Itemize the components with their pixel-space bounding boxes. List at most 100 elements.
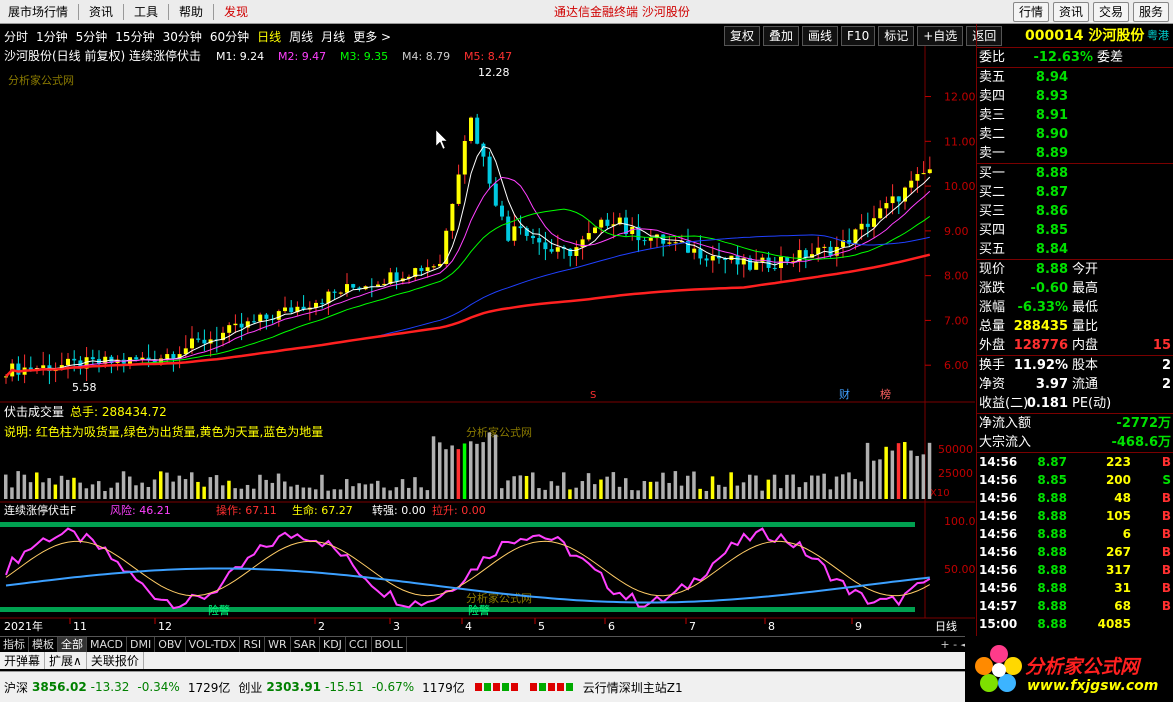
chart-tool-button[interactable]: 画线 (802, 26, 839, 46)
order-level-price: 8.91 (1035, 108, 1068, 123)
volume-bar (72, 477, 76, 499)
news-button[interactable]: 资讯 (1052, 2, 1089, 22)
volume-bar (636, 490, 640, 499)
candle-body (642, 240, 647, 242)
price-tick-label: 7.00 (944, 314, 969, 327)
indicator-tab[interactable]: 模板 (29, 637, 58, 652)
order-level-row[interactable]: 卖一 8.89 (977, 144, 1173, 163)
indicator-tab[interactable]: 全部 (58, 637, 87, 652)
volume-bar (419, 487, 423, 499)
menu-help[interactable]: 帮助 (171, 0, 211, 24)
cy-index-change: -15.51 (325, 680, 364, 694)
order-level-row[interactable]: 卖五 8.94 (977, 68, 1173, 87)
order-level-row[interactable]: 买二 8.87 (977, 183, 1173, 202)
candle-body (239, 323, 244, 328)
candle-body (574, 247, 579, 256)
server-status[interactable]: 云行情深圳主站Z1 (579, 679, 687, 696)
sub-tab[interactable]: 开弹幕 (0, 652, 46, 669)
order-level-row[interactable]: 买四 8.85 (977, 221, 1173, 240)
order-level-row[interactable]: 买一 8.88 (977, 164, 1173, 183)
indicator-tab[interactable]: RSI (240, 637, 266, 652)
service-button[interactable]: 服务 (1132, 2, 1169, 22)
volume-bar (28, 482, 33, 499)
menu-news[interactable]: 资讯 (81, 0, 121, 24)
period-tab[interactable]: 分时 (0, 28, 32, 45)
menu-discover[interactable]: 发现 (216, 0, 256, 24)
quotes-button[interactable]: 行情 (1012, 2, 1049, 22)
indicator-tab[interactable]: KDJ (320, 637, 346, 652)
indicator-operation: 操作: 67.11 (216, 503, 277, 517)
stat-value: -6.33% (1017, 300, 1069, 315)
period-tab[interactable]: 15分钟 (111, 28, 158, 45)
volume-total: 总手: 288434.72 (70, 405, 167, 419)
period-tab[interactable]: 30分钟 (159, 28, 206, 45)
indicator-tab[interactable]: 指标 (0, 637, 29, 652)
stat-row: 外盘 128776 内盘 15 (977, 336, 1173, 355)
period-tab[interactable]: 1分钟 (32, 28, 72, 45)
volume-bar (16, 471, 20, 499)
volume-bar (611, 472, 616, 499)
volume-bar (735, 485, 740, 499)
chart-tool-button[interactable]: +自选 (917, 26, 964, 46)
sub-tab[interactable]: 关联报价 (87, 652, 144, 669)
volume-bar (326, 490, 330, 499)
order-level-label: 卖一 (979, 146, 1006, 161)
volume-bar (66, 479, 70, 499)
stat-value: 0.181 (1026, 396, 1068, 411)
stat-row: 涨跌 -0.60 最高 (977, 279, 1173, 298)
stat-label: 总量 (979, 319, 1006, 334)
ask-list: 卖五 8.94 卖四 8.93 卖三 8.91 卖二 8.90 卖一 8.89 (977, 68, 1173, 163)
order-level-row[interactable]: 买三 8.86 (977, 202, 1173, 221)
volume-bar (22, 474, 27, 499)
candle-body (338, 292, 343, 294)
indicator-tab[interactable]: BOLL (372, 637, 407, 652)
indicator-tab[interactable]: DMI (127, 637, 156, 652)
volume-bar (363, 484, 368, 499)
indicator-tab[interactable]: VOL-TDX (186, 637, 241, 652)
order-level-row[interactable]: 卖二 8.90 (977, 125, 1173, 144)
sub-tab[interactable]: 扩展∧ (45, 652, 87, 669)
menu-market[interactable]: 展市场行情 (0, 0, 76, 24)
indicator-tab[interactable]: CCI (346, 637, 372, 652)
candle-body (648, 238, 653, 241)
chart-tool-button[interactable]: 复权 (724, 26, 761, 46)
indicator-tab[interactable]: WR (265, 637, 291, 652)
candle-body (673, 242, 678, 244)
indicator-tab[interactable]: OBV (155, 637, 186, 652)
candle-body (283, 307, 287, 312)
indicator-tab[interactable]: SAR (291, 637, 320, 652)
period-tab[interactable]: 5分钟 (72, 28, 112, 45)
order-level-row[interactable]: 卖三 8.91 (977, 106, 1173, 125)
tick-price: 8.88 (1037, 581, 1067, 595)
period-tab[interactable]: 日线 (253, 28, 285, 45)
chart-tool-button[interactable]: 标记 (878, 26, 915, 46)
volume-bar (915, 455, 919, 499)
period-tab[interactable]: 更多 > (349, 28, 395, 45)
month-label: 11 (73, 620, 87, 633)
fundamentals-list: 换手 11.92% 股本 2 净资 3.97 流通 2 收益(二) 0.181 PE(动) (977, 356, 1173, 413)
order-level-row[interactable]: 卖四 8.93 (977, 87, 1173, 106)
volume-bar (134, 485, 138, 499)
menu-bar: 展市场行情 资讯 工具 帮助 发现 通达信金融终端 沙河股份 行情 资讯 交易 … (0, 0, 1173, 24)
volume-bar (847, 472, 851, 499)
candle-body (376, 284, 380, 287)
candle-body (41, 365, 46, 369)
month-label: 5 (538, 620, 545, 633)
tick-list[interactable]: 14:56 8.87 223 B 14:56 8.85 200 S 14:56 8.88 48 B 14… (977, 453, 1173, 633)
month-label: 6 (608, 620, 615, 633)
candle-body (605, 219, 610, 226)
trade-button[interactable]: 交易 (1092, 2, 1129, 22)
period-tab[interactable]: 周线 (285, 28, 317, 45)
volume-bar (754, 475, 758, 499)
chart-tool-button[interactable]: 叠加 (763, 26, 800, 46)
month-label: 4 (465, 620, 472, 633)
indicator-tab[interactable]: MACD (87, 637, 127, 652)
chart-tool-button[interactable]: F10 (841, 26, 876, 46)
order-level-row[interactable]: 买五 8.84 (977, 240, 1173, 259)
menu-tools[interactable]: 工具 (126, 0, 166, 24)
volume-bar (59, 475, 64, 499)
period-tab[interactable]: 月线 (317, 28, 349, 45)
period-tab[interactable]: 60分钟 (206, 28, 253, 45)
order-level-label: 买二 (979, 185, 1006, 200)
kline-chart[interactable]: 沙河股份(日线 前复权) 连续涨停伏击 M1: 9.24 M2: 9.47 M3: 9… (0, 46, 975, 633)
